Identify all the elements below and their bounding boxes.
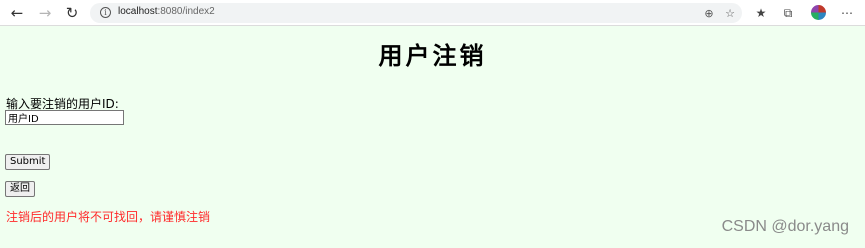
url-text[interactable]: localhost:8080/index2 — [118, 6, 215, 17]
back-arrow-icon[interactable]: ← — [7, 3, 27, 23]
browser-toolbar: ← → ↻ i localhost:8080/index2 ⊕ ☆ ★ ⧉ ⋯ — [0, 0, 865, 26]
back-button[interactable]: 返回 — [5, 181, 35, 197]
collections-icon[interactable]: ⧉ — [779, 4, 797, 22]
submit-button[interactable]: Submit — [5, 154, 51, 170]
warning-text: 注销后的用户将不可找回，请谨慎注销 — [6, 210, 211, 224]
reload-icon[interactable]: ↻ — [62, 3, 82, 23]
zoom-icon[interactable]: ⊕ — [701, 5, 717, 21]
page-title: 用户注销 — [378, 41, 487, 70]
site-info-icon[interactable]: i — [100, 7, 111, 18]
profile-avatar[interactable] — [811, 5, 826, 20]
address-bar[interactable]: i localhost:8080/index2 ⊕ ☆ — [90, 3, 742, 23]
forward-arrow-icon[interactable]: → — [35, 3, 55, 23]
more-menu-icon[interactable]: ⋯ — [838, 4, 856, 22]
user-id-input[interactable] — [5, 110, 124, 125]
add-favorite-icon[interactable]: ☆ — [722, 5, 738, 21]
watermark: CSDN @dor.yang — [721, 218, 849, 235]
url-host: localhost — [118, 6, 158, 17]
url-path: :8080/index2 — [157, 6, 215, 17]
favorites-icon[interactable]: ★ — [752, 4, 770, 22]
